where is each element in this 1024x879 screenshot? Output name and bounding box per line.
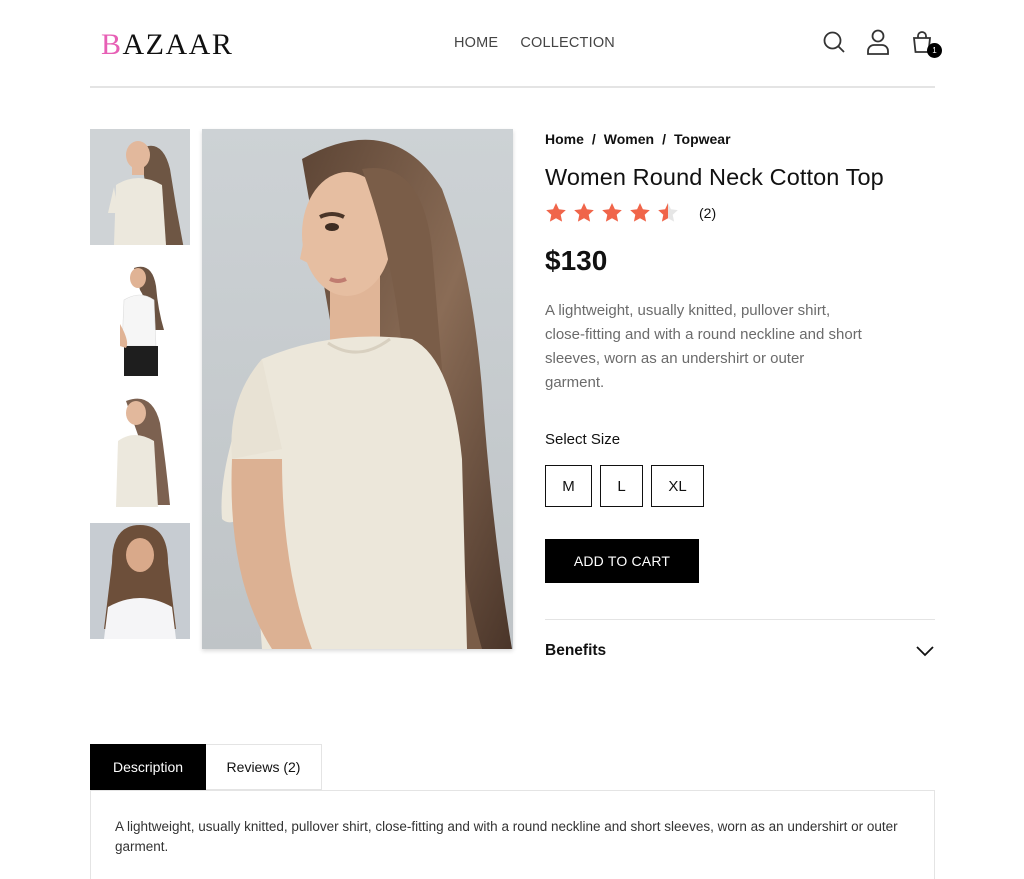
breadcrumb-topwear[interactable]: Topwear <box>674 131 731 147</box>
breadcrumb-home[interactable]: Home <box>545 131 584 147</box>
cart-icon[interactable]: 1 <box>909 28 942 58</box>
tab-reviews[interactable]: Reviews (2) <box>206 744 322 790</box>
thumbnail-4[interactable] <box>90 523 190 639</box>
search-icon[interactable] <box>821 28 847 56</box>
cart-count-badge: 1 <box>927 43 942 58</box>
product-title: Women Round Neck Cotton Top <box>545 164 884 190</box>
tab-panel-text: A lightweight, usually knitted, pullover… <box>115 819 898 854</box>
rating-count[interactable]: (2) <box>699 205 716 221</box>
breadcrumb-separator: / <box>591 131 596 147</box>
size-l-button[interactable]: L <box>600 465 643 507</box>
logo[interactable]: BAZAAR <box>101 28 233 62</box>
half-star-icon <box>658 203 678 222</box>
size-m-button[interactable]: M <box>545 465 592 507</box>
thumbnail-2[interactable] <box>90 260 190 376</box>
main-product-image <box>202 129 513 649</box>
star-icon <box>602 203 622 222</box>
product-price: $130 <box>545 245 608 276</box>
product-details: Home / Women / Topwear Women Round Neck … <box>545 129 935 583</box>
product-description: A lightweight, usually knitted, pullover… <box>545 302 862 391</box>
main-nav: HOME COLLECTION <box>454 35 615 51</box>
user-icon[interactable] <box>865 28 891 56</box>
breadcrumb: Home / Women / Topwear <box>545 129 935 149</box>
thumbnail-3[interactable] <box>90 391 190 507</box>
tab-description[interactable]: Description <box>90 744 206 790</box>
breadcrumb-women[interactable]: Women <box>604 131 654 147</box>
nav-collection[interactable]: COLLECTION <box>520 35 615 51</box>
size-options: M L XL <box>545 465 935 507</box>
logo-initial: B <box>101 28 123 61</box>
logo-text: AZAAR <box>122 28 234 61</box>
site-header: BAZAAR HOME COLLECTION 1 <box>90 0 942 88</box>
nav-home[interactable]: HOME <box>454 35 498 51</box>
star-icon <box>630 203 650 222</box>
star-icon <box>546 203 566 222</box>
benefits-label: Benefits <box>545 641 607 659</box>
product-tabs: Description Reviews (2) <box>90 744 322 790</box>
size-xl-button[interactable]: XL <box>651 465 704 507</box>
product-rating: (2) <box>545 201 935 225</box>
benefits-accordion[interactable]: Benefits <box>545 619 935 681</box>
thumbnail-1[interactable] <box>90 129 190 245</box>
header-icons: 1 <box>821 28 942 58</box>
star-icon <box>574 203 594 222</box>
add-to-cart-button[interactable]: ADD TO CART <box>545 539 699 583</box>
rating-stars <box>546 203 678 222</box>
size-label: Select Size <box>545 431 621 448</box>
breadcrumb-separator: / <box>662 131 666 147</box>
chevron-down-icon <box>916 645 934 656</box>
tab-panel: A lightweight, usually knitted, pullover… <box>90 790 935 879</box>
